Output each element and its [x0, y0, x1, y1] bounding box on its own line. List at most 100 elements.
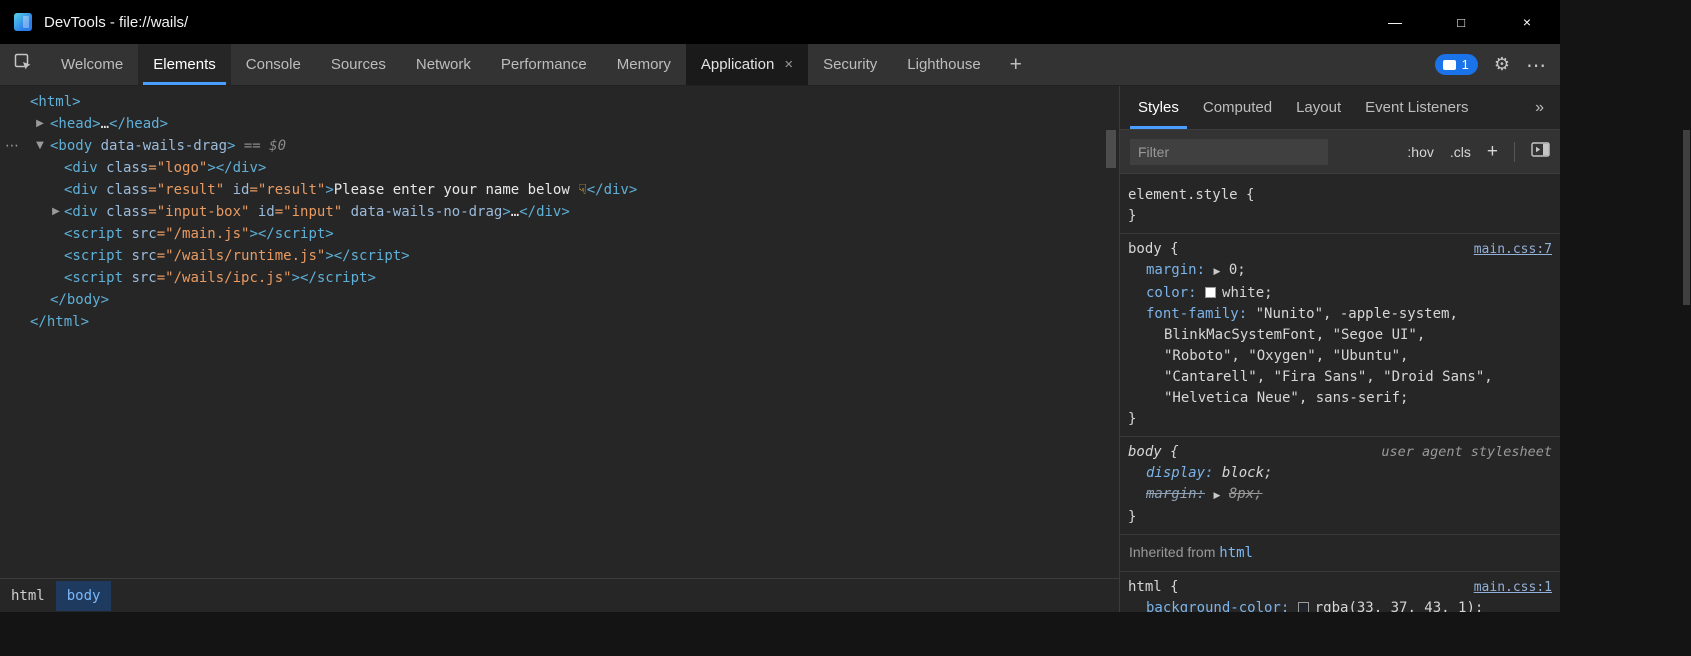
property-value[interactable]: 8px;: [1229, 486, 1263, 502]
tab-elements[interactable]: Elements: [138, 44, 231, 85]
color-swatch[interactable]: [1205, 287, 1216, 298]
tab-layout[interactable]: Layout: [1284, 86, 1353, 129]
selector[interactable]: body: [1128, 444, 1162, 460]
more-options-icon[interactable]: ⋯: [1526, 53, 1546, 77]
tree-node-html-open[interactable]: <html>: [0, 91, 1105, 113]
tab-security[interactable]: Security: [808, 44, 892, 85]
property-name[interactable]: background-color:: [1146, 600, 1289, 612]
close-tab-icon[interactable]: ×: [784, 56, 793, 73]
color-swatch[interactable]: [1298, 602, 1309, 612]
property-name[interactable]: margin:: [1146, 262, 1205, 278]
pseudo-state-toggle[interactable]: :hov: [1407, 144, 1433, 160]
minimize-button[interactable]: —: [1362, 0, 1428, 44]
tab-styles[interactable]: Styles: [1126, 86, 1191, 129]
declaration-font-family[interactable]: font-family: "Nunito", -apple-system,: [1128, 304, 1552, 325]
issues-counter[interactable]: 1: [1435, 54, 1478, 75]
declaration-display[interactable]: display: block;: [1128, 463, 1552, 484]
tree-node-body-close[interactable]: </body>: [0, 289, 1105, 311]
tab-network[interactable]: Network: [401, 44, 486, 85]
selector[interactable]: html: [1128, 579, 1162, 595]
declaration-background-color[interactable]: background-color: rgba(33, 37, 43, 1);: [1128, 598, 1552, 612]
open-brace: {: [1170, 444, 1178, 460]
tab-computed[interactable]: Computed: [1191, 86, 1284, 129]
stylesheet-link[interactable]: main.css:1: [1474, 577, 1552, 598]
property-value[interactable]: white;: [1222, 285, 1273, 301]
maximize-button[interactable]: □: [1428, 0, 1494, 44]
new-style-rule-button[interactable]: +: [1487, 141, 1498, 163]
rule-element-style: element.style { }: [1120, 180, 1560, 234]
expand-arrow-icon[interactable]: ▶: [50, 201, 62, 223]
property-name[interactable]: margin:: [1146, 486, 1205, 502]
close-brace: }: [1128, 411, 1136, 427]
close-button[interactable]: ×: [1494, 0, 1560, 44]
tab-application[interactable]: Application ×: [686, 44, 808, 85]
stylesheet-link[interactable]: main.css:7: [1474, 239, 1552, 260]
declaration-margin-overridden[interactable]: margin: ▶ 8px;: [1128, 484, 1552, 507]
tab-event-listeners[interactable]: Event Listeners: [1353, 86, 1480, 129]
breadcrumb-item-html[interactable]: html: [0, 581, 56, 611]
node-menu-dots-icon[interactable]: ⋯: [5, 135, 20, 157]
tree-node-div-result[interactable]: <div class="result" id="result">Please e…: [0, 179, 1105, 201]
tag-token: <body: [50, 138, 92, 154]
tab-performance[interactable]: Performance: [486, 44, 602, 85]
add-tab-button[interactable]: +: [996, 44, 1036, 85]
tree-node-script-main[interactable]: <script src="/main.js"></script>: [0, 223, 1105, 245]
collapse-arrow-icon[interactable]: ▼: [34, 135, 46, 157]
tag-token: <script: [64, 270, 123, 286]
property-value[interactable]: 0;: [1229, 262, 1246, 278]
property-value: "Helvetica Neue", sans-serif;: [1164, 390, 1408, 406]
value-wrap-line: "Roboto", "Oxygen", "Ubuntu",: [1128, 346, 1552, 367]
tab-welcome[interactable]: Welcome: [46, 44, 138, 85]
element-classes-toggle[interactable]: .cls: [1450, 144, 1471, 160]
property-value[interactable]: "Nunito", -apple-system,: [1256, 306, 1458, 322]
property-name[interactable]: color:: [1146, 285, 1197, 301]
property-name[interactable]: font-family:: [1146, 306, 1247, 322]
text-token: …: [101, 116, 109, 132]
computed-pane-toggle-icon[interactable]: [1531, 142, 1550, 162]
declaration-color[interactable]: color: white;: [1128, 283, 1552, 304]
tree-node-head[interactable]: ▶<head>…</head>: [0, 113, 1105, 135]
inherited-node-link[interactable]: html: [1219, 545, 1253, 561]
tab-console[interactable]: Console: [231, 44, 316, 85]
selector[interactable]: element.style: [1128, 187, 1238, 203]
tree-node-script-runtime[interactable]: <script src="/wails/runtime.js"></script…: [0, 245, 1105, 267]
expand-shorthand-icon[interactable]: ▶: [1213, 267, 1220, 277]
open-brace: {: [1170, 241, 1178, 257]
property-value[interactable]: block;: [1222, 465, 1273, 481]
rule-body-authored: main.css:7 body { margin: ▶ 0; color: wh…: [1120, 234, 1560, 437]
property-value[interactable]: rgba(33, 37, 43, 1);: [1315, 600, 1484, 612]
styles-sidebar: Styles Computed Layout Event Listeners »…: [1120, 86, 1560, 612]
tab-lighthouse[interactable]: Lighthouse: [892, 44, 995, 85]
expand-arrow-icon[interactable]: ▶: [34, 113, 46, 135]
tree-node-html-close[interactable]: </html>: [0, 311, 1105, 333]
attr-value-token: ="input-box": [148, 204, 249, 220]
issues-count: 1: [1462, 57, 1469, 72]
declaration-margin[interactable]: margin: ▶ 0;: [1128, 260, 1552, 283]
devtools-logo-icon: [14, 13, 32, 31]
inspect-icon: [13, 52, 33, 77]
elements-scrollbar-thumb[interactable]: [1106, 130, 1116, 168]
settings-gear-icon[interactable]: ⚙: [1494, 54, 1510, 75]
attr-value-token: ="/wails/runtime.js": [157, 248, 326, 264]
inspect-element-button[interactable]: [0, 44, 46, 85]
tab-memory[interactable]: Memory: [602, 44, 686, 85]
property-name[interactable]: display:: [1146, 465, 1213, 481]
tree-node-div-logo[interactable]: <div class="logo"></div>: [0, 157, 1105, 179]
tag-token: <div: [64, 160, 98, 176]
close-brace: }: [1128, 208, 1136, 224]
value-wrap-line: BlinkMacSystemFont, "Segoe UI",: [1128, 325, 1552, 346]
tab-sources[interactable]: Sources: [316, 44, 401, 85]
tree-node-script-ipc[interactable]: <script src="/wails/ipc.js"></script>: [0, 267, 1105, 289]
toolbar-divider: [1514, 142, 1515, 162]
selector[interactable]: body: [1128, 241, 1162, 257]
expand-shorthand-icon[interactable]: ▶: [1213, 491, 1220, 501]
styles-filter-input[interactable]: [1130, 139, 1328, 165]
rule-selector-line[interactable]: element.style {: [1128, 185, 1552, 206]
value-wrap-line: "Cantarell", "Fira Sans", "Droid Sans",: [1128, 367, 1552, 388]
more-tabs-icon[interactable]: »: [1535, 99, 1544, 117]
tree-node-body[interactable]: ⋯▼<body data-wails-drag> == $0: [0, 135, 1105, 157]
attr-token: class: [98, 160, 149, 176]
attr-token: data-wails-no-drag: [342, 204, 502, 220]
breadcrumb-item-body[interactable]: body: [56, 581, 112, 611]
tree-node-div-input-box[interactable]: ▶<div class="input-box" id="input" data-…: [0, 201, 1105, 223]
